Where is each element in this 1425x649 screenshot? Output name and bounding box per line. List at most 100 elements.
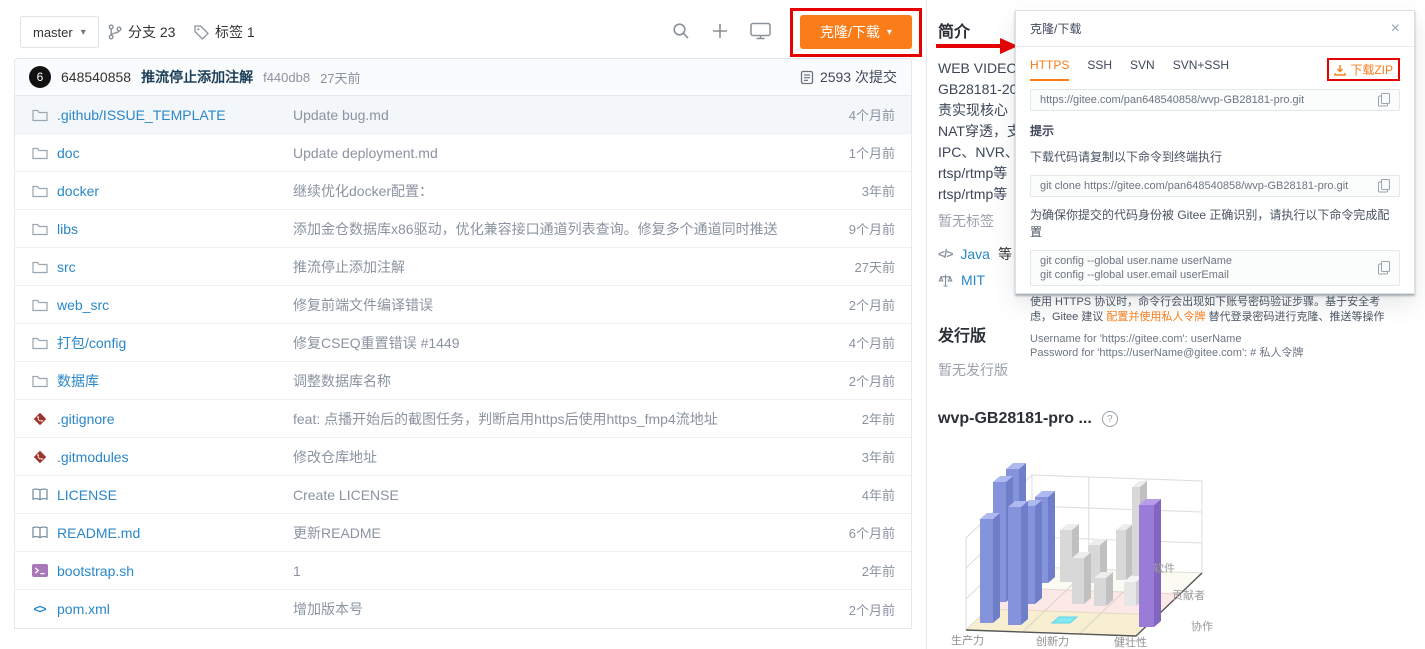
close-icon[interactable]: × — [1391, 21, 1400, 37]
commit-hash[interactable]: f440db8 — [263, 70, 310, 85]
download-zip-label: 下载ZIP — [1350, 61, 1393, 78]
git-clone-command-box: git clone https://gitee.com/pan648540858… — [1030, 175, 1400, 197]
table-row[interactable]: bootstrap.sh 1 2年前 — [15, 552, 911, 590]
tag-icon — [194, 25, 209, 40]
commits-count-label: 2593 次提交 — [820, 67, 897, 87]
download-icon — [1334, 64, 1346, 76]
language-suffix: 等 — [998, 244, 1012, 264]
table-row[interactable]: .gitignore feat: 点播开始后的截图任务，判断启用https后使用… — [15, 400, 911, 438]
commit-message-link[interactable]: 增加版本号 — [293, 599, 815, 619]
table-row[interactable]: docker 继续优化docker配置： 3年前 — [15, 172, 911, 210]
tip-line-1: 下载代码请复制以下命令到终端执行 — [1030, 148, 1400, 165]
search-icon[interactable] — [672, 22, 690, 40]
commit-message-link[interactable]: 修改仓库地址 — [293, 447, 815, 467]
git-config-command-box: git config --global user.name userName g… — [1030, 250, 1400, 286]
table-row[interactable]: <> pom.xml 增加版本号 2个月前 — [15, 590, 911, 628]
file-link[interactable]: .github/ISSUE_TEMPLATE — [57, 107, 226, 123]
commit-message-link[interactable]: Update deployment.md — [293, 145, 815, 161]
commit-message-link[interactable]: 推流停止添加注解 — [293, 257, 815, 277]
table-row[interactable]: LICENSE Create LICENSE 4年前 — [15, 476, 911, 514]
commit-date: 2年前 — [815, 561, 895, 580]
commit-message-link[interactable]: 调整数据库名称 — [293, 371, 815, 391]
annotation-box-zip: 下载ZIP — [1327, 58, 1400, 81]
git-clone-command: git clone https://gitee.com/pan648540858… — [1040, 180, 1378, 192]
language-link[interactable]: Java — [960, 246, 990, 262]
file-link[interactable]: .gitmodules — [57, 449, 129, 465]
branch-selector[interactable]: master ▾ — [20, 16, 99, 48]
copy-icon[interactable] — [1378, 93, 1390, 107]
table-row[interactable]: 数据库 调整数据库名称 2个月前 — [15, 362, 911, 400]
commit-message-link[interactable]: 修复CSEQ重置错误 #1449 — [293, 333, 815, 353]
commit-message-link[interactable]: 1 — [293, 563, 815, 579]
table-row[interactable]: .gitmodules 修改仓库地址 3年前 — [15, 438, 911, 476]
file-link[interactable]: pom.xml — [57, 601, 110, 617]
commit-message-link[interactable]: Update bug.md — [293, 107, 815, 123]
file-link[interactable]: bootstrap.sh — [57, 563, 134, 579]
branch-selector-value: master — [33, 25, 73, 40]
table-row[interactable]: libs 添加金仓数据库x86驱动，优化兼容接口通道列表查询。修复多个通道同时推… — [15, 210, 911, 248]
copy-icon[interactable] — [1378, 261, 1390, 275]
table-row[interactable]: 打包/config 修复CSEQ重置错误 #1449 4个月前 — [15, 324, 911, 362]
plus-icon[interactable] — [712, 23, 728, 39]
credential-example: Username for 'https://gitee.com': userNa… — [1030, 332, 1400, 360]
commit-message-link[interactable]: 继续优化docker配置： — [293, 181, 815, 201]
commit-message-link[interactable]: 更新README — [293, 523, 815, 543]
commit-message-link[interactable]: 推流停止添加注解 — [141, 67, 253, 87]
tab-svn[interactable]: SVN — [1130, 58, 1155, 79]
private-token-link[interactable]: 配置并使用私人令牌 — [1106, 311, 1205, 323]
tags-label: 标签 1 — [215, 22, 255, 42]
file-link[interactable]: doc — [57, 145, 80, 161]
language-row: </> Java 等 — [938, 244, 1012, 264]
commit-message-link[interactable]: 添加金仓数据库x86驱动，优化兼容接口通道列表查询。修复多个通道同时推送 — [293, 219, 815, 239]
download-zip-button[interactable]: 下载ZIP — [1334, 61, 1393, 78]
clone-url-field[interactable]: https://gitee.com/pan648540858/wvp-GB281… — [1030, 89, 1400, 111]
tab-svn-ssh[interactable]: SVN+SSH — [1173, 58, 1229, 79]
file-link[interactable]: README.md — [57, 525, 140, 541]
commit-message-link[interactable]: feat: 点播开始后的截图任务，判断启用https后使用https_fmp4流… — [293, 409, 815, 429]
tab-ssh[interactable]: SSH — [1087, 58, 1112, 79]
file-link[interactable]: libs — [57, 221, 78, 237]
header-actions — [672, 22, 771, 40]
folder-icon — [31, 108, 48, 122]
file-link[interactable]: 打包/config — [57, 333, 126, 353]
file-link[interactable]: 数据库 — [57, 371, 99, 391]
tags-link[interactable]: 标签 1 — [194, 22, 255, 42]
axis-label: 健壮性 — [1114, 635, 1147, 648]
note-post: 替代登录密码进行克隆、推送等操作 — [1205, 311, 1384, 323]
commit-author[interactable]: 648540858 — [61, 69, 131, 85]
code-file-icon: <> — [31, 602, 48, 616]
commit-message-link[interactable]: 修复前端文件编译错误 — [293, 295, 815, 315]
commit-date: 4个月前 — [815, 333, 895, 352]
sidebar-divider — [926, 0, 927, 649]
file-link[interactable]: docker — [57, 183, 99, 199]
no-tags-label: 暂无标签 — [938, 211, 994, 231]
folder-icon — [31, 374, 48, 388]
avatar[interactable]: 6 — [29, 66, 51, 88]
table-row[interactable]: doc Update deployment.md 1个月前 — [15, 134, 911, 172]
table-row[interactable]: web_src 修复前端文件编译错误 2个月前 — [15, 286, 911, 324]
license-link[interactable]: MIT — [961, 272, 985, 288]
commits-count-link[interactable]: 2593 次提交 — [800, 67, 897, 87]
file-link[interactable]: src — [57, 259, 76, 275]
commit-message-link[interactable]: Create LICENSE — [293, 487, 815, 503]
commit-date: 3年前 — [815, 181, 895, 200]
file-link[interactable]: LICENSE — [57, 487, 117, 503]
project-insight-title-text: wvp-GB28181-pro ... — [938, 410, 1092, 428]
table-row[interactable]: README.md 更新README 6个月前 — [15, 514, 911, 552]
file-link[interactable]: .gitignore — [57, 411, 115, 427]
tip-line-2: 为确保你提交的代码身份被 Gitee 正确识别，请执行以下命令完成配置 — [1030, 206, 1400, 240]
tab-https[interactable]: HTTPS — [1030, 58, 1069, 81]
popup-title: 克隆/下载 — [1030, 20, 1081, 37]
branches-label: 分支 23 — [128, 22, 175, 42]
copy-icon[interactable] — [1378, 179, 1390, 193]
clone-download-button[interactable]: 克隆/下载 ▾ — [800, 15, 912, 49]
book-icon — [31, 488, 48, 501]
folder-icon — [31, 146, 48, 160]
file-link[interactable]: web_src — [57, 297, 109, 313]
monitor-icon[interactable] — [750, 22, 771, 40]
help-icon[interactable]: ? — [1102, 411, 1118, 427]
table-row[interactable]: .github/ISSUE_TEMPLATE Update bug.md 4个月… — [15, 96, 911, 134]
table-row[interactable]: src 推流停止添加注解 27天前 — [15, 248, 911, 286]
branches-link[interactable]: 分支 23 — [108, 22, 175, 42]
commit-date: 2个月前 — [815, 295, 895, 314]
